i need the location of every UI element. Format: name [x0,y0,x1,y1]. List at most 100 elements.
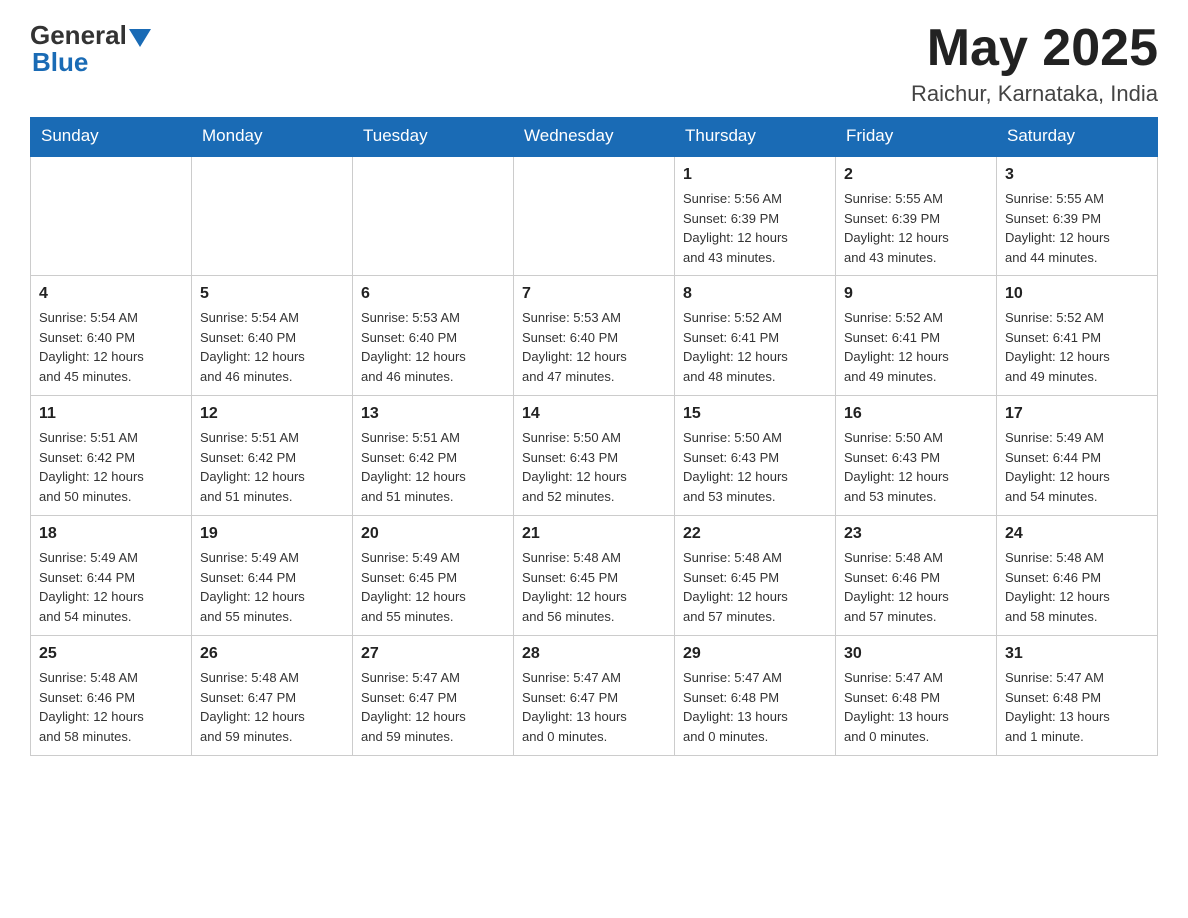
day-number: 22 [683,522,827,546]
day-info: Sunrise: 5:48 AM Sunset: 6:46 PM Dayligh… [1005,550,1110,624]
day-info: Sunrise: 5:48 AM Sunset: 6:47 PM Dayligh… [200,670,305,744]
calendar-cell: 14 Sunrise: 5:50 AM Sunset: 6:43 PM Dayli… [514,396,675,516]
day-number: 23 [844,522,988,546]
weekday-header-sunday: Sunday [31,118,192,156]
calendar-cell: 16 Sunrise: 5:50 AM Sunset: 6:43 PM Dayli… [836,396,997,516]
day-info: Sunrise: 5:47 AM Sunset: 6:48 PM Dayligh… [1005,670,1110,744]
calendar-week-row: 25 Sunrise: 5:48 AM Sunset: 6:46 PM Dayli… [31,636,1158,756]
calendar-cell: 8Sunrise: 5:52 AM Sunset: 6:41 PM Daylig… [675,276,836,396]
day-info: Sunrise: 5:53 AM Sunset: 6:40 PM Dayligh… [361,310,466,384]
calendar-cell [192,156,353,276]
day-number: 3 [1005,163,1149,187]
calendar-cell: 13Sunrise: 5:51 AM Sunset: 6:42 PM Dayli… [353,396,514,516]
calendar-cell: 15 Sunrise: 5:50 AM Sunset: 6:43 PM Dayli… [675,396,836,516]
day-info: Sunrise: 5:54 AM Sunset: 6:40 PM Dayligh… [200,310,305,384]
calendar-cell: 6 Sunrise: 5:53 AM Sunset: 6:40 PM Daylig… [353,276,514,396]
day-info: Sunrise: 5:49 AM Sunset: 6:44 PM Dayligh… [39,550,144,624]
day-info: Sunrise: 5:49 AM Sunset: 6:44 PM Dayligh… [1005,430,1110,504]
day-info: Sunrise: 5:51 AM Sunset: 6:42 PM Dayligh… [200,430,305,504]
calendar-cell: 17 Sunrise: 5:49 AM Sunset: 6:44 PM Dayli… [997,396,1158,516]
day-number: 8 [683,282,827,306]
calendar-week-row: 18 Sunrise: 5:49 AM Sunset: 6:44 PM Dayli… [31,516,1158,636]
calendar-cell: 25 Sunrise: 5:48 AM Sunset: 6:46 PM Dayli… [31,636,192,756]
calendar-cell: 10Sunrise: 5:52 AM Sunset: 6:41 PM Dayli… [997,276,1158,396]
day-info: Sunrise: 5:50 AM Sunset: 6:43 PM Dayligh… [844,430,949,504]
day-number: 31 [1005,642,1149,666]
calendar-cell: 28 Sunrise: 5:47 AM Sunset: 6:47 PM Dayli… [514,636,675,756]
day-number: 25 [39,642,183,666]
day-number: 28 [522,642,666,666]
calendar-cell: 1 Sunrise: 5:56 AM Sunset: 6:39 PM Daylig… [675,156,836,276]
calendar-cell: 9 Sunrise: 5:52 AM Sunset: 6:41 PM Daylig… [836,276,997,396]
day-number: 30 [844,642,988,666]
day-number: 18 [39,522,183,546]
calendar-cell: 18 Sunrise: 5:49 AM Sunset: 6:44 PM Dayli… [31,516,192,636]
day-number: 20 [361,522,505,546]
day-number: 14 [522,402,666,426]
weekday-header-thursday: Thursday [675,118,836,156]
calendar-cell: 2 Sunrise: 5:55 AM Sunset: 6:39 PM Daylig… [836,156,997,276]
logo: General Blue [30,20,151,78]
month-title: May 2025 [911,20,1158,77]
day-info: Sunrise: 5:56 AM Sunset: 6:39 PM Dayligh… [683,191,788,265]
day-number: 7 [522,282,666,306]
calendar-cell [353,156,514,276]
calendar-week-row: 4Sunrise: 5:54 AM Sunset: 6:40 PM Daylig… [31,276,1158,396]
day-number: 17 [1005,402,1149,426]
weekday-header-row: SundayMondayTuesdayWednesdayThursdayFrid… [31,118,1158,156]
day-info: Sunrise: 5:47 AM Sunset: 6:48 PM Dayligh… [683,670,788,744]
day-number: 5 [200,282,344,306]
day-number: 6 [361,282,505,306]
day-info: Sunrise: 5:48 AM Sunset: 6:46 PM Dayligh… [844,550,949,624]
day-number: 2 [844,163,988,187]
calendar-cell: 29 Sunrise: 5:47 AM Sunset: 6:48 PM Dayli… [675,636,836,756]
calendar-cell: 19 Sunrise: 5:49 AM Sunset: 6:44 PM Dayli… [192,516,353,636]
location-title: Raichur, Karnataka, India [911,81,1158,107]
day-number: 27 [361,642,505,666]
calendar-cell: 22 Sunrise: 5:48 AM Sunset: 6:45 PM Dayli… [675,516,836,636]
day-info: Sunrise: 5:53 AM Sunset: 6:40 PM Dayligh… [522,310,627,384]
calendar-cell: 24 Sunrise: 5:48 AM Sunset: 6:46 PM Dayli… [997,516,1158,636]
calendar-cell: 12Sunrise: 5:51 AM Sunset: 6:42 PM Dayli… [192,396,353,516]
day-info: Sunrise: 5:55 AM Sunset: 6:39 PM Dayligh… [1005,191,1110,265]
calendar-cell: 5 Sunrise: 5:54 AM Sunset: 6:40 PM Daylig… [192,276,353,396]
calendar-week-row: 1 Sunrise: 5:56 AM Sunset: 6:39 PM Daylig… [31,156,1158,276]
weekday-header-wednesday: Wednesday [514,118,675,156]
day-number: 9 [844,282,988,306]
day-info: Sunrise: 5:50 AM Sunset: 6:43 PM Dayligh… [522,430,627,504]
day-info: Sunrise: 5:54 AM Sunset: 6:40 PM Dayligh… [39,310,144,384]
weekday-header-tuesday: Tuesday [353,118,514,156]
day-info: Sunrise: 5:47 AM Sunset: 6:48 PM Dayligh… [844,670,949,744]
day-number: 24 [1005,522,1149,546]
day-info: Sunrise: 5:47 AM Sunset: 6:47 PM Dayligh… [522,670,627,744]
calendar-cell: 4Sunrise: 5:54 AM Sunset: 6:40 PM Daylig… [31,276,192,396]
calendar-cell: 31 Sunrise: 5:47 AM Sunset: 6:48 PM Dayli… [997,636,1158,756]
day-info: Sunrise: 5:55 AM Sunset: 6:39 PM Dayligh… [844,191,949,265]
title-block: May 2025 Raichur, Karnataka, India [911,20,1158,107]
calendar-table: SundayMondayTuesdayWednesdayThursdayFrid… [30,117,1158,756]
day-info: Sunrise: 5:52 AM Sunset: 6:41 PM Dayligh… [844,310,949,384]
weekday-header-monday: Monday [192,118,353,156]
day-info: Sunrise: 5:48 AM Sunset: 6:45 PM Dayligh… [683,550,788,624]
weekday-header-saturday: Saturday [997,118,1158,156]
day-number: 26 [200,642,344,666]
day-info: Sunrise: 5:51 AM Sunset: 6:42 PM Dayligh… [361,430,466,504]
day-number: 29 [683,642,827,666]
day-number: 11 [39,402,183,426]
day-info: Sunrise: 5:50 AM Sunset: 6:43 PM Dayligh… [683,430,788,504]
calendar-cell: 27 Sunrise: 5:47 AM Sunset: 6:47 PM Dayli… [353,636,514,756]
day-number: 19 [200,522,344,546]
day-info: Sunrise: 5:49 AM Sunset: 6:44 PM Dayligh… [200,550,305,624]
calendar-cell: 11 Sunrise: 5:51 AM Sunset: 6:42 PM Dayli… [31,396,192,516]
calendar-cell: 23 Sunrise: 5:48 AM Sunset: 6:46 PM Dayli… [836,516,997,636]
day-number: 21 [522,522,666,546]
day-number: 1 [683,163,827,187]
calendar-cell: 26 Sunrise: 5:48 AM Sunset: 6:47 PM Dayli… [192,636,353,756]
day-number: 16 [844,402,988,426]
day-info: Sunrise: 5:51 AM Sunset: 6:42 PM Dayligh… [39,430,144,504]
calendar-cell [514,156,675,276]
day-info: Sunrise: 5:47 AM Sunset: 6:47 PM Dayligh… [361,670,466,744]
day-info: Sunrise: 5:48 AM Sunset: 6:46 PM Dayligh… [39,670,144,744]
day-number: 15 [683,402,827,426]
calendar-cell: 20Sunrise: 5:49 AM Sunset: 6:45 PM Dayli… [353,516,514,636]
